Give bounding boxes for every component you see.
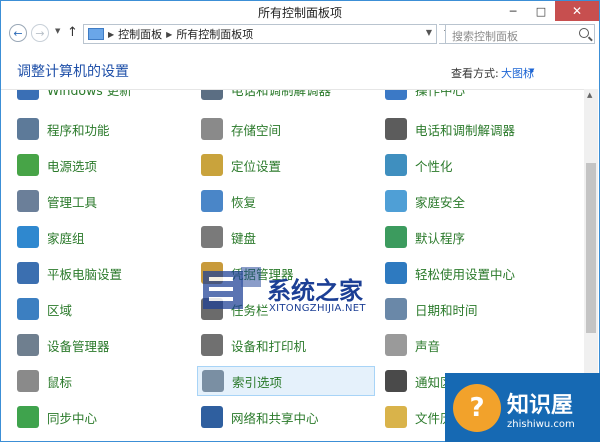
magnifier-icon [202, 370, 224, 392]
watermark-zhishiwu: ? 知识屋 zhishiwu.com [445, 373, 600, 442]
chevron-right-icon[interactable]: ▶ [166, 30, 172, 39]
item-phone-modem[interactable]: 电话和调制解调器 [369, 114, 559, 144]
chevron-right-icon[interactable]: ▶ [108, 30, 114, 39]
flag-icon [385, 90, 407, 100]
printer-icon [201, 334, 223, 356]
item-keyboard[interactable]: 键盘 [185, 222, 375, 252]
tablet-icon [17, 262, 39, 284]
scroll-up-icon[interactable]: ▲ [587, 91, 592, 99]
phone-modem-icon [201, 90, 223, 100]
chevron-down-icon[interactable]: ▼ [529, 67, 534, 75]
item-personalization[interactable]: 个性化 [369, 150, 559, 180]
address-bar[interactable]: ▶ 控制面板 ▶ 所有控制面板项 ▼ [83, 24, 437, 44]
ease-of-access-icon [385, 262, 407, 284]
search-input[interactable]: 搜索控制面板 [445, 24, 595, 44]
breadcrumb-all-items[interactable]: 所有控制面板项 [176, 26, 253, 42]
item-power-options[interactable]: 电源选项 [1, 150, 191, 180]
search-icon[interactable] [579, 28, 589, 38]
admin-tools-icon [17, 190, 39, 212]
up-button[interactable]: ↑ [67, 25, 78, 40]
control-panel-window: 所有控制面板项 ─ □ ✕ ← → ▼ ↑ ▶ 控制面板 ▶ 所有控制面板项 ▼… [0, 0, 600, 442]
programs-icon [17, 118, 39, 140]
storage-icon [201, 118, 223, 140]
folder-icon [385, 406, 407, 428]
recovery-icon [201, 190, 223, 212]
item-sound[interactable]: 声音 [369, 330, 559, 360]
item-phone-modem-top[interactable]: 电话和调制解调器 [185, 90, 375, 104]
maximize-button[interactable]: □ [527, 1, 555, 21]
keyboard-icon [201, 226, 223, 248]
notification-icon [385, 370, 407, 392]
window-controls: ─ □ ✕ [499, 1, 599, 21]
personalization-icon [385, 154, 407, 176]
item-storage-spaces[interactable]: 存储空间 [185, 114, 375, 144]
item-windows-update[interactable]: Windows 更新 [1, 90, 191, 104]
item-location-settings[interactable]: 定位设置 [185, 150, 375, 180]
family-safety-icon [385, 190, 407, 212]
minimize-button[interactable]: ─ [499, 1, 527, 21]
clock-icon [385, 298, 407, 320]
item-region[interactable]: 区域 [1, 294, 191, 324]
address-row: ← → ▼ ↑ ▶ 控制面板 ▶ 所有控制面板项 ▼ ↻ 搜索控制面板 [1, 23, 599, 45]
watermark-brand-name: 知识屋 [507, 391, 574, 418]
item-indexing-options[interactable]: 索引选项 [197, 366, 375, 396]
back-button[interactable]: ← [9, 24, 27, 42]
device-manager-icon [17, 334, 39, 356]
scrollbar-thumb[interactable] [586, 163, 596, 333]
watermark-logo-icon [203, 267, 261, 309]
default-programs-icon [385, 226, 407, 248]
history-dropdown-icon[interactable]: ▼ [55, 27, 60, 35]
item-recovery[interactable]: 恢复 [185, 186, 375, 216]
network-icon [201, 406, 223, 428]
question-icon: ? [453, 384, 501, 432]
item-ease-of-access[interactable]: 轻松使用设置中心 [369, 258, 559, 288]
page-title: 调整计算机的设置 [17, 64, 129, 80]
address-dropdown-icon[interactable]: ▼ [426, 28, 432, 37]
watermark-brand-text: 知识屋 zhishiwu.com [507, 387, 575, 430]
item-admin-tools[interactable]: 管理工具 [1, 186, 191, 216]
region-icon [17, 298, 39, 320]
item-device-manager[interactable]: 设备管理器 [1, 330, 191, 360]
homegroup-icon [17, 226, 39, 248]
item-network-sharing[interactable]: 网络和共享中心 [185, 402, 375, 432]
sync-icon [17, 406, 39, 428]
view-by-label: 查看方式: [451, 67, 499, 80]
item-devices-printers[interactable]: 设备和打印机 [185, 330, 375, 360]
item-date-time[interactable]: 日期和时间 [369, 294, 559, 324]
watermark-site-name: 系统之家 [267, 276, 363, 305]
item-homegroup[interactable]: 家庭组 [1, 222, 191, 252]
location-icon [201, 154, 223, 176]
search-placeholder: 搜索控制面板 [452, 30, 518, 43]
item-action-center[interactable]: 操作中心 [369, 90, 559, 104]
mouse-icon [17, 370, 39, 392]
control-panel-icon [88, 28, 104, 40]
speaker-icon [385, 334, 407, 356]
watermark-site-pinyin: XITONGZHIJIA.NET [269, 303, 366, 314]
item-mouse[interactable]: 鼠标 [1, 366, 191, 396]
forward-button[interactable]: → [31, 24, 49, 42]
close-button[interactable]: ✕ [555, 1, 599, 21]
item-tablet-settings[interactable]: 平板电脑设置 [1, 258, 191, 288]
title-bar: 所有控制面板项 ─ □ ✕ [1, 1, 599, 21]
windows-update-icon [17, 90, 39, 100]
item-family-safety[interactable]: 家庭安全 [369, 186, 559, 216]
phone-icon [385, 118, 407, 140]
power-icon [17, 154, 39, 176]
watermark-brand-url: zhishiwu.com [507, 418, 575, 430]
page-header: 调整计算机的设置 查看方式: 大图标 ▼ [1, 59, 599, 85]
item-sync-center[interactable]: 同步中心 [1, 402, 191, 432]
item-programs-features[interactable]: 程序和功能 [1, 114, 191, 144]
breadcrumb-control-panel[interactable]: 控制面板 [118, 26, 162, 42]
item-default-programs[interactable]: 默认程序 [369, 222, 559, 252]
